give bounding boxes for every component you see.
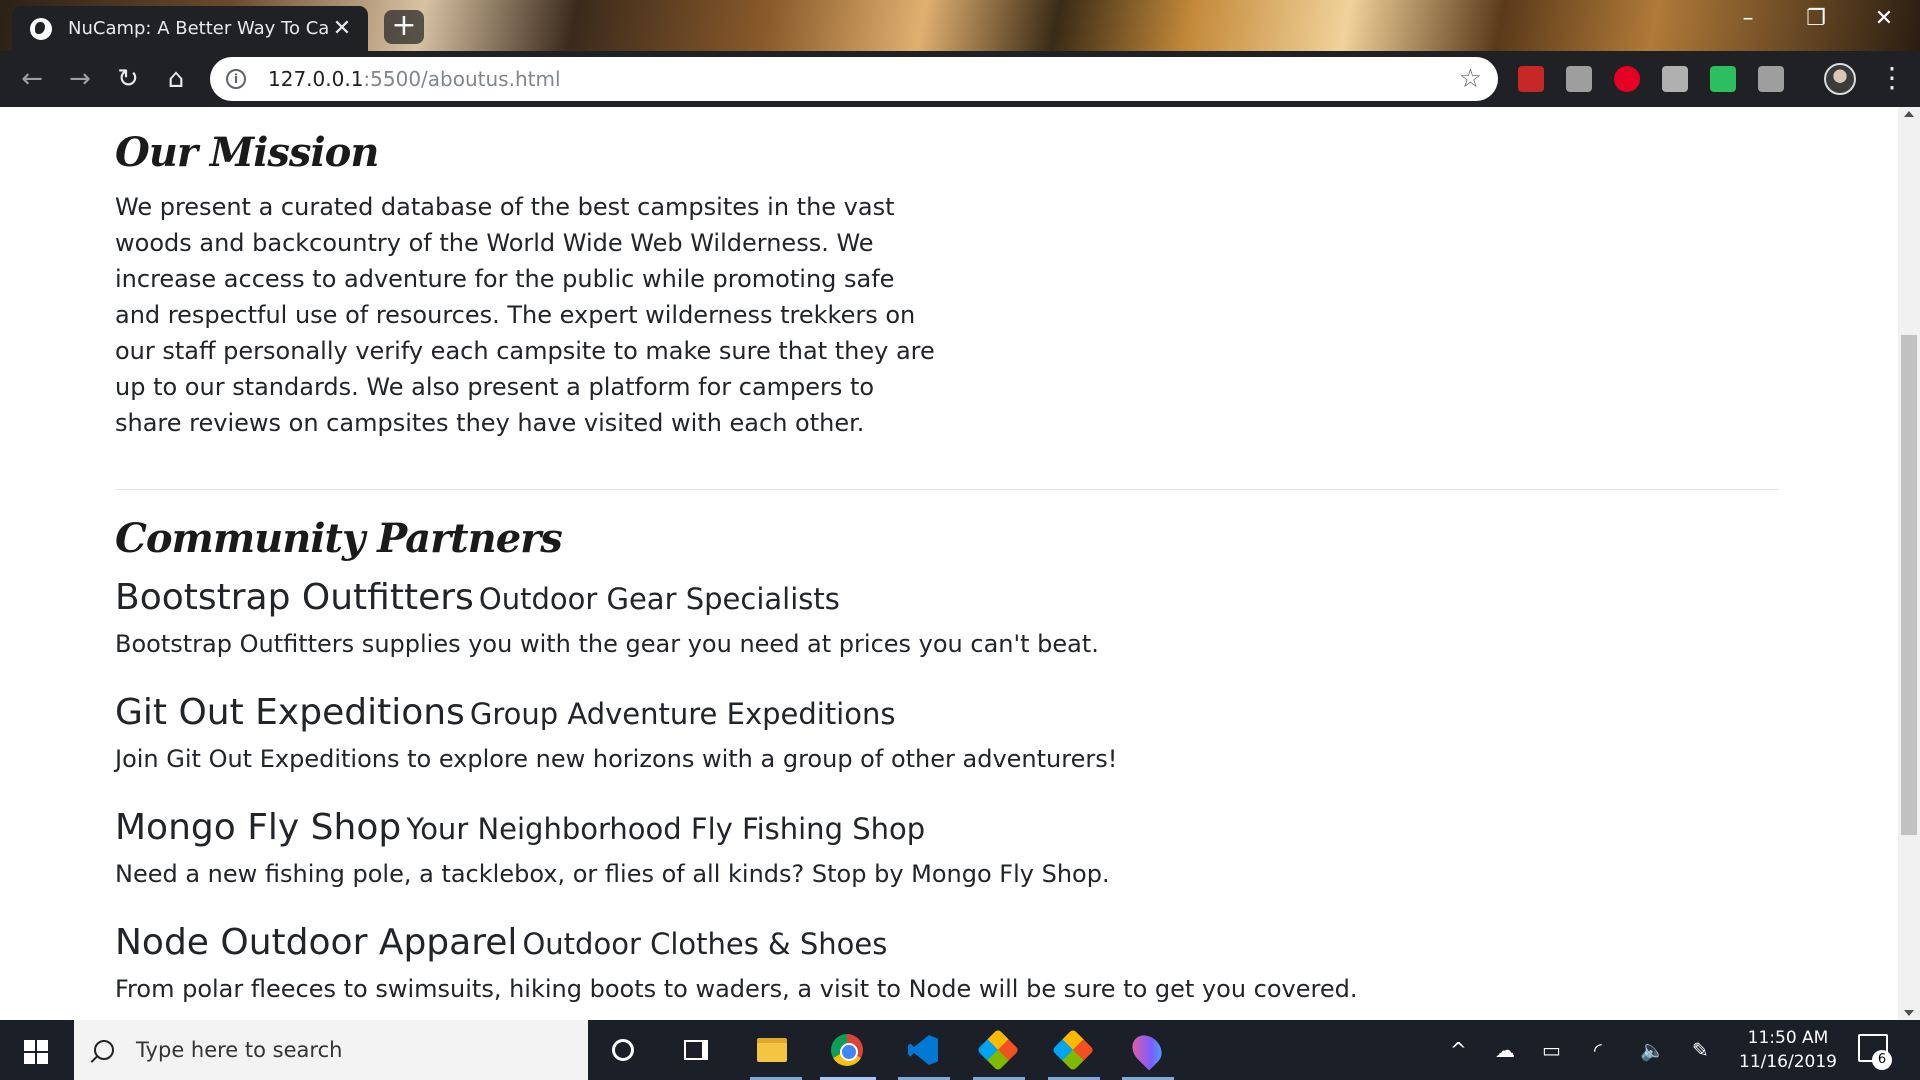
- partner-item: Git Out Expeditions Group Adventure Expe…: [115, 692, 1615, 773]
- pinterest-icon[interactable]: [1614, 66, 1640, 92]
- gitkraken-second-icon[interactable]: [1051, 1028, 1095, 1072]
- scrollbar-thumb[interactable]: [1901, 335, 1917, 835]
- reload-icon[interactable]: ↻: [112, 63, 144, 95]
- evernote-extension-icon[interactable]: [1710, 66, 1736, 92]
- minimize-button[interactable]: –: [1728, 6, 1768, 31]
- gitkraken-icon[interactable]: [976, 1028, 1020, 1072]
- back-arrow-icon[interactable]: ←: [16, 63, 48, 95]
- download-extension-icon[interactable]: [1566, 66, 1592, 92]
- partner-tagline: Outdoor Gear Specialists: [478, 582, 840, 616]
- partner-description: From polar fleeces to swimsuits, hiking …: [115, 975, 1358, 1003]
- partners-heading: Community Partners: [115, 515, 563, 562]
- dropbox-icon[interactable]: [1662, 66, 1688, 92]
- chrome-icon[interactable]: [827, 1030, 867, 1070]
- windows-taskbar: Type here to search ^ ☁ ▭ ◜ 🔈 ✎ 11:50 AM…: [0, 1020, 1920, 1080]
- partner-name: Bootstrap Outfitters: [115, 577, 474, 618]
- file-explorer-icon[interactable]: [752, 1030, 792, 1070]
- task-view-icon[interactable]: [676, 1030, 716, 1070]
- browser-title-bar: NuCamp: A Better Way To Camp ✕ + – ❐ ✕: [0, 0, 1920, 51]
- maps-pin-icon[interactable]: [1126, 1029, 1168, 1071]
- globe-favicon-icon: [30, 17, 52, 40]
- partner-name: Node Outdoor Apparel: [115, 922, 518, 963]
- tray-chevron-icon[interactable]: ^: [1450, 1020, 1467, 1080]
- address-bar[interactable]: i 127.0.0.1:5500/aboutus.html ☆: [210, 57, 1498, 101]
- home-icon[interactable]: ⌂: [160, 63, 192, 95]
- partner-name: Git Out Expeditions: [115, 692, 465, 733]
- vscode-icon[interactable]: [903, 1030, 943, 1070]
- web-page: Our Mission We present a curated databas…: [0, 107, 1898, 1020]
- scroll-down-arrow-icon[interactable]: [1904, 1010, 1914, 1016]
- maximize-button[interactable]: ❐: [1796, 6, 1836, 31]
- partner-tagline: Your Neighborhood Fly Fishing Shop: [406, 812, 926, 846]
- mission-paragraph: We present a curated database of the bes…: [115, 193, 935, 437]
- windows-logo-icon: [24, 1040, 48, 1064]
- partner-description: Join Git Out Expeditions to explore new …: [115, 745, 1118, 773]
- vertical-scrollbar[interactable]: [1898, 107, 1920, 1020]
- close-window-button[interactable]: ✕: [1864, 6, 1904, 31]
- pen-icon[interactable]: ✎: [1692, 1020, 1709, 1080]
- forward-arrow-icon[interactable]: →: [64, 63, 96, 95]
- partner-description: Need a new fishing pole, a tacklebox, or…: [115, 860, 1110, 888]
- partner-item: Node Outdoor Apparel Outdoor Clothes & S…: [115, 922, 1615, 1003]
- mission-heading: Our Mission: [115, 129, 379, 176]
- search-icon: [94, 1040, 114, 1060]
- onedrive-cloud-icon[interactable]: ☁: [1495, 1020, 1515, 1080]
- clock-date: 11/16/2019: [1739, 1052, 1837, 1072]
- taskbar-search-box[interactable]: Type here to search: [74, 1020, 588, 1080]
- search-placeholder: Type here to search: [136, 1038, 343, 1062]
- new-tab-button[interactable]: +: [384, 10, 424, 44]
- clock-time: 11:50 AM: [1747, 1028, 1829, 1048]
- url-text[interactable]: 127.0.0.1:5500/aboutus.html: [268, 67, 1459, 91]
- partner-name: Mongo Fly Shop: [115, 807, 402, 848]
- bookmark-extension-icon[interactable]: [1518, 66, 1544, 92]
- partner-item: Bootstrap Outfitters Outdoor Gear Specia…: [115, 577, 1615, 658]
- notification-count-badge: 6: [1872, 1050, 1892, 1070]
- wifi-icon[interactable]: ◜: [1594, 1020, 1602, 1080]
- partner-item: Mongo Fly Shop Your Neighborhood Fly Fis…: [115, 807, 1615, 888]
- battery-icon[interactable]: ▭: [1542, 1020, 1561, 1080]
- taskbar-clock[interactable]: 11:50 AM 11/16/2019: [1738, 1026, 1838, 1074]
- browser-menu-icon[interactable]: ⋮: [1878, 63, 1906, 93]
- browser-tab-active[interactable]: NuCamp: A Better Way To Camp ✕: [12, 6, 368, 51]
- css-extension-icon[interactable]: [1758, 66, 1784, 92]
- partner-tagline: Outdoor Clothes & Shoes: [522, 927, 888, 961]
- tab-title: NuCamp: A Better Way To Camp: [68, 18, 330, 39]
- scroll-up-arrow-icon[interactable]: [1904, 111, 1914, 117]
- profile-avatar[interactable]: [1824, 63, 1856, 95]
- partner-tagline: Group Adventure Expeditions: [469, 697, 896, 731]
- site-info-icon[interactable]: i: [226, 69, 246, 89]
- tab-close-icon[interactable]: ✕: [330, 16, 354, 41]
- bookmark-star-icon[interactable]: ☆: [1459, 64, 1482, 94]
- cortana-icon[interactable]: [603, 1030, 643, 1070]
- partner-description: Bootstrap Outfitters supplies you with t…: [115, 630, 1099, 658]
- section-divider: [115, 489, 1779, 490]
- browser-toolbar: ← → ↻ ⌂ i 127.0.0.1:5500/aboutus.html ☆ …: [0, 51, 1920, 107]
- volume-icon[interactable]: 🔈: [1640, 1020, 1665, 1080]
- start-button[interactable]: [0, 1020, 72, 1080]
